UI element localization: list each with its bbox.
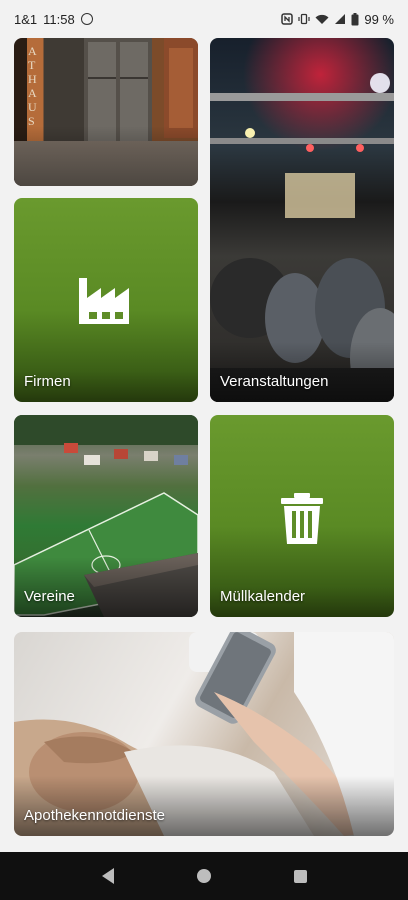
recent-apps-icon[interactable]	[293, 869, 307, 883]
tile-label-apothekennotdienste: Apothekennotdienste	[24, 807, 165, 824]
back-icon[interactable]	[101, 868, 114, 884]
trash-icon	[281, 493, 323, 544]
tile-apothekennotdienste[interactable]: Apothekennotdienste	[14, 632, 394, 836]
factory-icon	[79, 278, 129, 324]
tile-grid: ATHAUS Mitarbeiter Veranstaltungen Firme…	[0, 0, 408, 860]
rathaus-photo	[84, 38, 198, 148]
tile-label-firmen: Firmen	[24, 373, 71, 390]
home-icon[interactable]	[196, 869, 211, 883]
tile-shade	[14, 126, 198, 186]
tile-veranstaltungen[interactable]: Veranstaltungen	[210, 38, 394, 402]
tile-muellkalender[interactable]: Müllkalender	[210, 415, 394, 617]
tile-shade	[14, 557, 198, 617]
tile-mitarbeiter[interactable]: ATHAUS Mitarbeiter	[14, 38, 198, 186]
tile-label-muellkalender: Müllkalender	[220, 588, 306, 605]
rathaus-sign-text: ATHAUS	[28, 44, 37, 128]
tile-shade	[210, 342, 394, 402]
tile-label-mitarbeiter: Mitarbeiter	[24, 157, 95, 174]
tile-label-veranstaltungen: Veranstaltungen	[220, 373, 329, 390]
tile-firmen[interactable]: Firmen	[14, 198, 198, 402]
tile-label-vereine: Vereine	[24, 588, 75, 605]
tile-shade	[14, 776, 394, 836]
tile-vereine[interactable]: Vereine	[14, 415, 198, 617]
system-nav-bar	[0, 852, 408, 900]
